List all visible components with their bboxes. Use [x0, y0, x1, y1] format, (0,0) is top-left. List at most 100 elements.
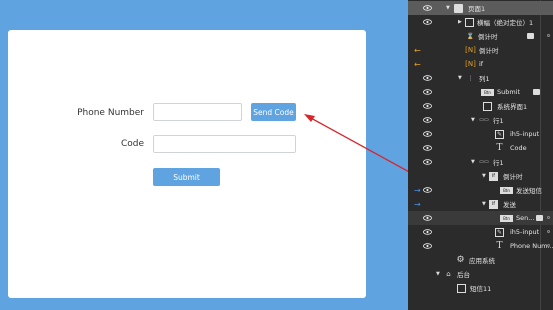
text-icon: T — [496, 241, 503, 251]
eye-icon[interactable] — [422, 113, 432, 127]
table-icon — [457, 283, 466, 293]
layer-item-submit[interactable]: Btn Submit — [408, 85, 553, 99]
bracket-n-icon: [N] — [465, 60, 476, 68]
edit-icon: ✎ — [495, 129, 504, 139]
chevron-down-icon[interactable]: ▼ — [482, 169, 488, 183]
layer-item-banner[interactable]: ▶ 横幅（绝对定位）1 — [408, 15, 553, 29]
layer-item-row-a[interactable]: ▼ ▭▭ 行1 — [408, 113, 553, 127]
comment-icon — [533, 89, 540, 95]
chevron-down-icon[interactable]: ▼ — [471, 113, 477, 127]
layer-item-code-text[interactable]: T Code — [408, 141, 553, 155]
visibility-dot[interactable] — [547, 34, 550, 37]
layer-label: 系统界面1 — [497, 103, 528, 111]
comment-icon — [527, 33, 534, 39]
code-input[interactable] — [153, 135, 296, 153]
chevron-down-icon[interactable]: ▼ — [471, 155, 477, 169]
button-icon: Btn — [500, 214, 513, 222]
layer-label: if — [479, 60, 484, 68]
layer-label: ih5-input — [510, 130, 540, 138]
layer-item-phone-text[interactable]: T Phone Num... — [408, 239, 553, 253]
layer-item-countdown-b[interactable]: ← [N] 倒计时 — [408, 43, 553, 57]
phone-number-label: Phone Number — [77, 108, 144, 118]
layer-item-send[interactable]: → ▼ if 发送 — [408, 197, 553, 211]
layer-label: Submit — [497, 88, 521, 96]
gear-icon: ⚙ — [456, 255, 465, 265]
layer-item-send-button[interactable]: Btn Sen... — [408, 211, 553, 225]
eye-icon[interactable] — [422, 141, 432, 155]
layer-item-sms[interactable]: 短信11 — [408, 281, 553, 295]
layer-item-backend[interactable]: ▼ ⌂ 后台 — [408, 267, 553, 281]
layer-label: 后台 — [457, 271, 470, 279]
chevron-down-icon[interactable]: ▼ — [482, 197, 488, 211]
visibility-dot[interactable] — [547, 244, 550, 247]
layer-item-root[interactable]: ▼ 页面1 — [408, 1, 553, 15]
layer-label: 行1 — [493, 117, 504, 125]
button-icon: Btn — [500, 186, 513, 194]
layer-label: 横幅（绝对定位）1 — [477, 19, 534, 27]
chevron-down-icon[interactable]: ▼ — [446, 1, 452, 15]
code-label: Code — [120, 139, 144, 149]
eye-icon[interactable] — [422, 155, 432, 169]
bracket-n-icon: [N] — [465, 46, 476, 54]
eye-icon[interactable] — [422, 211, 432, 225]
layer-item-app-system[interactable]: ⚙ 应用系统 — [408, 253, 553, 267]
visibility-dot[interactable] — [547, 230, 550, 233]
layer-label: Sen... — [516, 214, 535, 222]
chevron-down-icon[interactable]: ▼ — [458, 71, 464, 85]
layer-label: 发送短信 — [516, 187, 542, 195]
if-icon: if — [489, 171, 498, 181]
lock-icon[interactable]: ← — [414, 57, 424, 71]
layer-label: ih5-input — [510, 228, 540, 236]
row-icon: ▭▭ — [479, 117, 489, 123]
layer-item-if[interactable]: ← [N] if — [408, 57, 553, 71]
layer-label: Code — [510, 144, 527, 152]
layer-label: 行1 — [493, 159, 504, 167]
text-icon: T — [496, 143, 503, 153]
layer-label: 页面1 — [468, 5, 486, 13]
eye-icon[interactable] — [422, 71, 432, 85]
calendar-icon — [483, 101, 492, 111]
chevron-down-icon[interactable]: ▼ — [436, 267, 442, 281]
lock-icon[interactable]: ← — [414, 43, 424, 57]
link-arrow-icon[interactable]: → — [414, 197, 424, 211]
chevron-right-icon[interactable]: ▶ — [458, 15, 464, 29]
eye-icon[interactable] — [422, 85, 432, 99]
column-icon: ⋮ — [467, 74, 474, 82]
button-icon: Btn — [481, 88, 494, 96]
eye-icon[interactable] — [422, 1, 432, 15]
layer-label: 列1 — [479, 75, 490, 83]
layer-item-countdown-c[interactable]: ▼ if 倒计时 — [408, 169, 553, 183]
layer-panel: ▼ 页面1 ▶ 横幅（绝对定位）1 ⌛ 倒计时 ← [N] 倒计时 ← [N] … — [408, 0, 553, 310]
hourglass-icon: ⌛ — [466, 32, 475, 40]
layer-label: 倒计时 — [478, 33, 498, 41]
banner-icon — [465, 17, 474, 27]
layer-label: 应用系统 — [469, 257, 495, 265]
eye-icon[interactable] — [422, 99, 432, 113]
layer-label: 短信11 — [470, 285, 492, 293]
if-icon: if — [489, 199, 498, 209]
eye-icon[interactable] — [422, 15, 432, 29]
page-icon — [454, 3, 463, 13]
layer-label: 倒计时 — [479, 47, 499, 55]
layer-item-ih5-input-b[interactable]: ✎ ih5-input — [408, 225, 553, 239]
row-icon: ▭▭ — [479, 159, 489, 165]
send-code-button[interactable]: Send Code — [251, 103, 296, 121]
layer-item-row-b[interactable]: ▼ ▭▭ 行1 — [408, 155, 553, 169]
phone-number-input[interactable] — [153, 103, 242, 121]
layer-item-ih5-input-a[interactable]: ✎ ih5-input — [408, 127, 553, 141]
eye-icon[interactable] — [422, 239, 432, 253]
eye-icon[interactable] — [422, 225, 432, 239]
layer-label: 倒计时 — [503, 173, 523, 181]
layer-item-send-sms[interactable]: → Btn 发送短信 — [408, 183, 553, 197]
layer-item-system-page[interactable]: 系统界面1 — [408, 99, 553, 113]
layer-item-column[interactable]: ▼ ⋮ 列1 — [408, 71, 553, 85]
eye-icon[interactable] — [422, 183, 432, 197]
layer-item-countdown[interactable]: ⌛ 倒计时 — [408, 29, 553, 43]
eye-icon[interactable] — [422, 127, 432, 141]
edit-icon: ✎ — [495, 227, 504, 237]
visibility-dot[interactable] — [547, 216, 550, 219]
submit-button[interactable]: Submit — [153, 168, 220, 186]
layer-label: 发送 — [503, 201, 516, 209]
comment-icon — [536, 215, 543, 221]
home-icon: ⌂ — [446, 270, 451, 278]
